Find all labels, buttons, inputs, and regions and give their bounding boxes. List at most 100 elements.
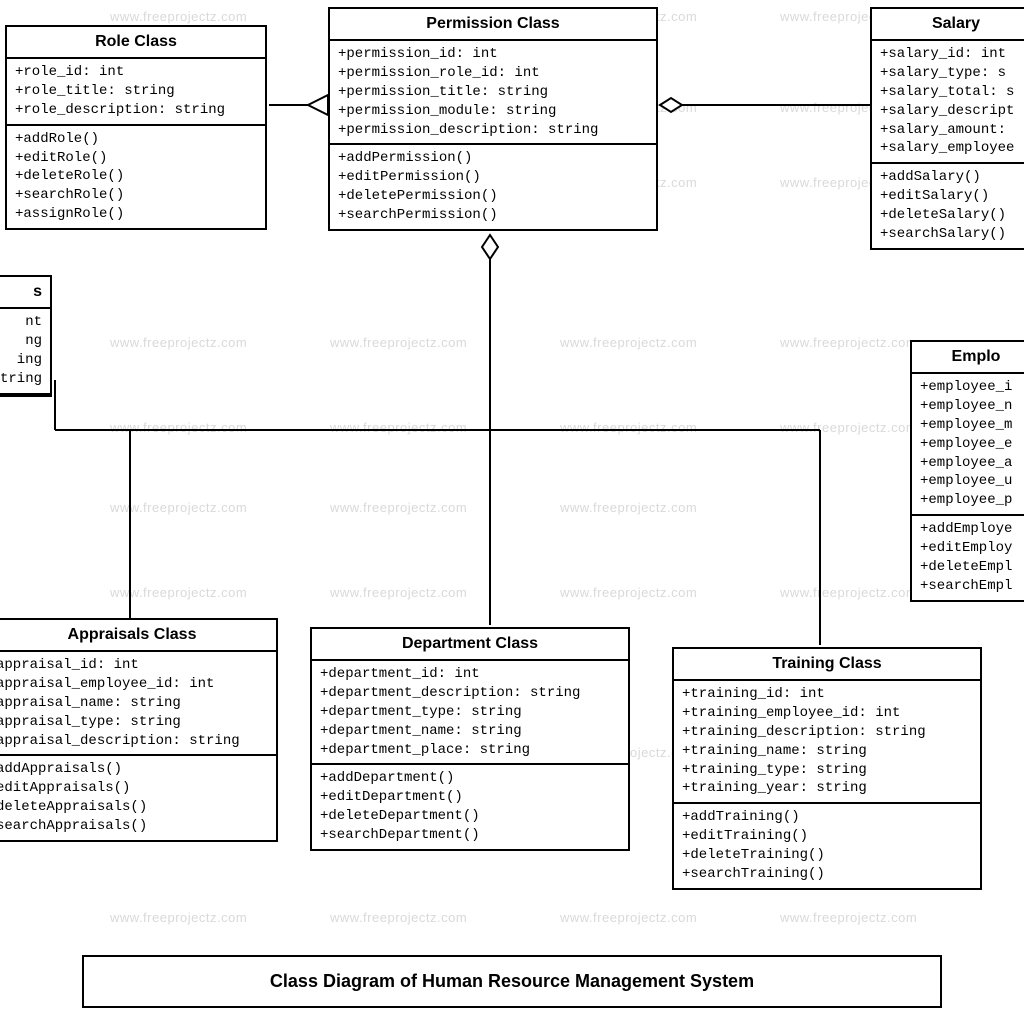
method: +editRole(): [15, 149, 257, 168]
attr: +salary_employee: [880, 139, 1024, 158]
attr: +department_name: string: [320, 722, 620, 741]
attr: +employee_p: [920, 491, 1024, 510]
attr: +role_id: int: [15, 63, 257, 82]
watermark: www.freeprojectz.com: [110, 585, 247, 600]
class-methods: +addRole() +editRole() +deleteRole() +se…: [7, 126, 265, 228]
attr: appraisal_employee_id: int: [0, 675, 268, 694]
method: +deleteDepartment(): [320, 807, 620, 826]
method: +addTraining(): [682, 808, 972, 827]
method: +addEmploye: [920, 520, 1024, 539]
attr: appraisal_name: string: [0, 694, 268, 713]
class-title: Department Class: [312, 629, 628, 661]
class-attributes: +salary_id: int +salary_type: s +salary_…: [872, 41, 1024, 164]
method: editAppraisals(): [0, 779, 268, 798]
class-partial-left: s nt ng ing tring: [0, 275, 52, 397]
attr: +permission_description: string: [338, 121, 648, 140]
watermark: www.freeprojectz.com: [560, 585, 697, 600]
method: +searchEmpl: [920, 577, 1024, 596]
attr: +employee_e: [920, 435, 1024, 454]
class-methods: +addSalary() +editSalary() +deleteSalary…: [872, 164, 1024, 248]
class-attributes: nt ng ing tring: [0, 309, 50, 395]
attr: +employee_a: [920, 454, 1024, 473]
class-title: Emplo: [912, 342, 1024, 374]
attr: ing: [0, 351, 42, 370]
attr: +permission_role_id: int: [338, 64, 648, 83]
class-title: Permission Class: [330, 9, 656, 41]
watermark: www.freeprojectz.com: [560, 500, 697, 515]
watermark: www.freeprojectz.com: [110, 335, 247, 350]
method: deleteAppraisals(): [0, 798, 268, 817]
method: +editSalary(): [880, 187, 1024, 206]
method: +editPermission(): [338, 168, 648, 187]
class-title: s: [0, 277, 50, 309]
method: +searchPermission(): [338, 206, 648, 225]
attr: +salary_type: s: [880, 64, 1024, 83]
method: +deleteRole(): [15, 167, 257, 186]
attr: +training_name: string: [682, 742, 972, 761]
watermark: www.freeprojectz.com: [560, 910, 697, 925]
attr: +training_id: int: [682, 685, 972, 704]
attr: +department_description: string: [320, 684, 620, 703]
class-employee: Emplo +employee_i +employee_n +employee_…: [910, 340, 1024, 602]
class-attributes: +role_id: int +role_title: string +role_…: [7, 59, 265, 126]
attr: +permission_module: string: [338, 102, 648, 121]
attr: +salary_amount:: [880, 121, 1024, 140]
watermark: www.freeprojectz.com: [330, 585, 467, 600]
watermark: www.freeprojectz.com: [110, 910, 247, 925]
diagram-title: Class Diagram of Human Resource Manageme…: [82, 955, 942, 1008]
class-attributes: appraisal_id: int appraisal_employee_id:…: [0, 652, 276, 756]
attr: +employee_i: [920, 378, 1024, 397]
watermark: www.freeprojectz.com: [780, 420, 917, 435]
class-methods: +addEmploye +editEmploy +deleteEmpl +sea…: [912, 516, 1024, 600]
attr: +permission_title: string: [338, 83, 648, 102]
attr: +role_description: string: [15, 101, 257, 120]
watermark: www.freeprojectz.com: [110, 500, 247, 515]
method: +deleteSalary(): [880, 206, 1024, 225]
class-salary: Salary +salary_id: int +salary_type: s +…: [870, 7, 1024, 250]
attr: +training_type: string: [682, 761, 972, 780]
class-methods: +addPermission() +editPermission() +dele…: [330, 145, 656, 229]
class-methods: addAppraisals() editAppraisals() deleteA…: [0, 756, 276, 840]
class-attributes: +department_id: int +department_descript…: [312, 661, 628, 765]
class-attributes: +employee_i +employee_n +employee_m +emp…: [912, 374, 1024, 516]
class-role: Role Class +role_id: int +role_title: st…: [5, 25, 267, 230]
method: +editEmploy: [920, 539, 1024, 558]
attr: +employee_u: [920, 472, 1024, 491]
method: +editDepartment(): [320, 788, 620, 807]
attr: +department_type: string: [320, 703, 620, 722]
method: +addRole(): [15, 130, 257, 149]
attr: appraisal_description: string: [0, 732, 268, 751]
class-department: Department Class +department_id: int +de…: [310, 627, 630, 851]
watermark: www.freeprojectz.com: [110, 420, 247, 435]
method: searchAppraisals(): [0, 817, 268, 836]
watermark: www.freeprojectz.com: [330, 420, 467, 435]
attr: tring: [0, 370, 42, 389]
method: +deleteEmpl: [920, 558, 1024, 577]
method: +editTraining(): [682, 827, 972, 846]
watermark: www.freeprojectz.com: [560, 420, 697, 435]
watermark: www.freeprojectz.com: [780, 585, 917, 600]
class-methods: +addDepartment() +editDepartment() +dele…: [312, 765, 628, 849]
class-title: Training Class: [674, 649, 980, 681]
class-training: Training Class +training_id: int +traini…: [672, 647, 982, 890]
class-methods: +addTraining() +editTraining() +deleteTr…: [674, 804, 980, 888]
method: +searchTraining(): [682, 865, 972, 884]
watermark: www.freeprojectz.com: [330, 335, 467, 350]
method: addAppraisals(): [0, 760, 268, 779]
method: +searchDepartment(): [320, 826, 620, 845]
method: +addDepartment(): [320, 769, 620, 788]
attr: +employee_n: [920, 397, 1024, 416]
watermark: www.freeprojectz.com: [560, 335, 697, 350]
method: +deletePermission(): [338, 187, 648, 206]
attr: +department_id: int: [320, 665, 620, 684]
class-title: Appraisals Class: [0, 620, 276, 652]
attr: +salary_id: int: [880, 45, 1024, 64]
class-permission: Permission Class +permission_id: int +pe…: [328, 7, 658, 231]
attr: +training_year: string: [682, 779, 972, 798]
method: +assignRole(): [15, 205, 257, 224]
attr: +department_place: string: [320, 741, 620, 760]
watermark: www.freeprojectz.com: [780, 335, 917, 350]
class-attributes: +training_id: int +training_employee_id:…: [674, 681, 980, 804]
attr: +salary_descript: [880, 102, 1024, 121]
watermark: www.freeprojectz.com: [780, 910, 917, 925]
